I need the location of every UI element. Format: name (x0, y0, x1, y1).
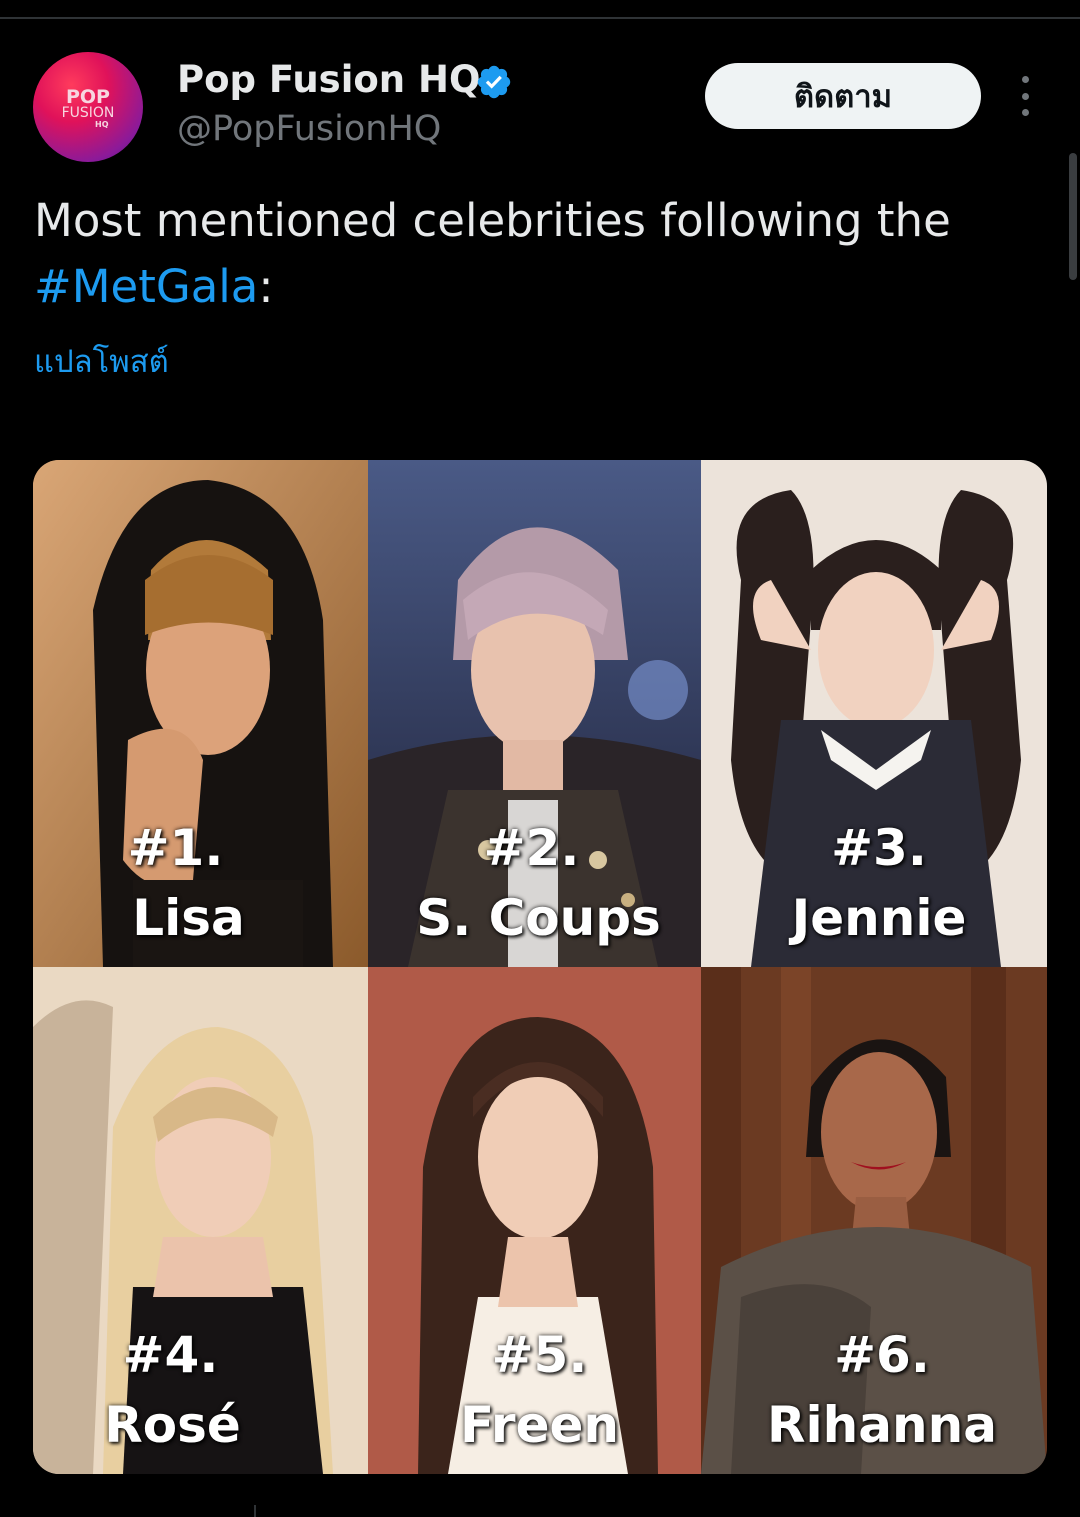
scrollbar[interactable] (1069, 153, 1077, 280)
celebrity-photo-4: #4. Rosé (33, 967, 368, 1474)
more-dot (1021, 92, 1029, 100)
top-divider (0, 17, 1080, 19)
celebrity-name: Rosé (104, 1396, 241, 1454)
rank-label: #4. (122, 1326, 219, 1384)
rank-label: #3. (831, 819, 927, 877)
tweet-page: POP FUSION HQ Pop Fusion HQ @PopFusionHQ… (0, 0, 1080, 1517)
avatar-logo-hq: HQ (95, 120, 109, 129)
rank-label: #2. (483, 819, 580, 877)
account-handle[interactable]: @PopFusionHQ (177, 108, 441, 150)
celebrity-name: Freen (459, 1396, 620, 1454)
celebrity-photo-1: #1. Lisa (33, 460, 368, 967)
follow-button[interactable]: ติดตาม (705, 63, 981, 129)
verified-badge-icon (477, 65, 511, 99)
rank-label: #1. (127, 819, 224, 877)
celebrity-name: Rihanna (767, 1396, 997, 1454)
celebrity-name: Jennie (791, 889, 967, 947)
bottom-divider (254, 1505, 256, 1517)
rank-label: #5. (491, 1326, 588, 1384)
celebrity-name: Lisa (132, 889, 245, 947)
more-dot (1021, 109, 1029, 116)
tweet-media-image[interactable]: #1. Lisa #2. S. Coups #3. Jennie #4. Ros… (33, 460, 1047, 1474)
tweet-text-end: : (258, 260, 274, 313)
celebrity-photo-2: #2. S. Coups (368, 460, 701, 967)
avatar-logo-fusion: FUSION (61, 105, 115, 121)
translate-post-link[interactable]: แปลโพสต์ (34, 340, 169, 384)
avatar[interactable]: POP FUSION HQ (33, 52, 143, 162)
tweet-text: Most mentioned celebrities following the… (34, 188, 1044, 320)
celebrity-name: S. Coups (416, 889, 661, 947)
display-name[interactable]: Pop Fusion HQ (177, 58, 480, 102)
celebrity-photo-5: #5. Freen (368, 967, 701, 1474)
more-dot (1021, 76, 1029, 83)
tweet-text-main: Most mentioned celebrities following the (34, 194, 951, 247)
rank-label: #6. (834, 1326, 930, 1384)
more-vertical-icon[interactable] (1010, 76, 1040, 116)
celebrity-photo-3: #3. Jennie (701, 460, 1047, 967)
hashtag-link[interactable]: #MetGala (34, 260, 258, 313)
celebrity-photo-6: #6. Rihanna (701, 967, 1047, 1474)
